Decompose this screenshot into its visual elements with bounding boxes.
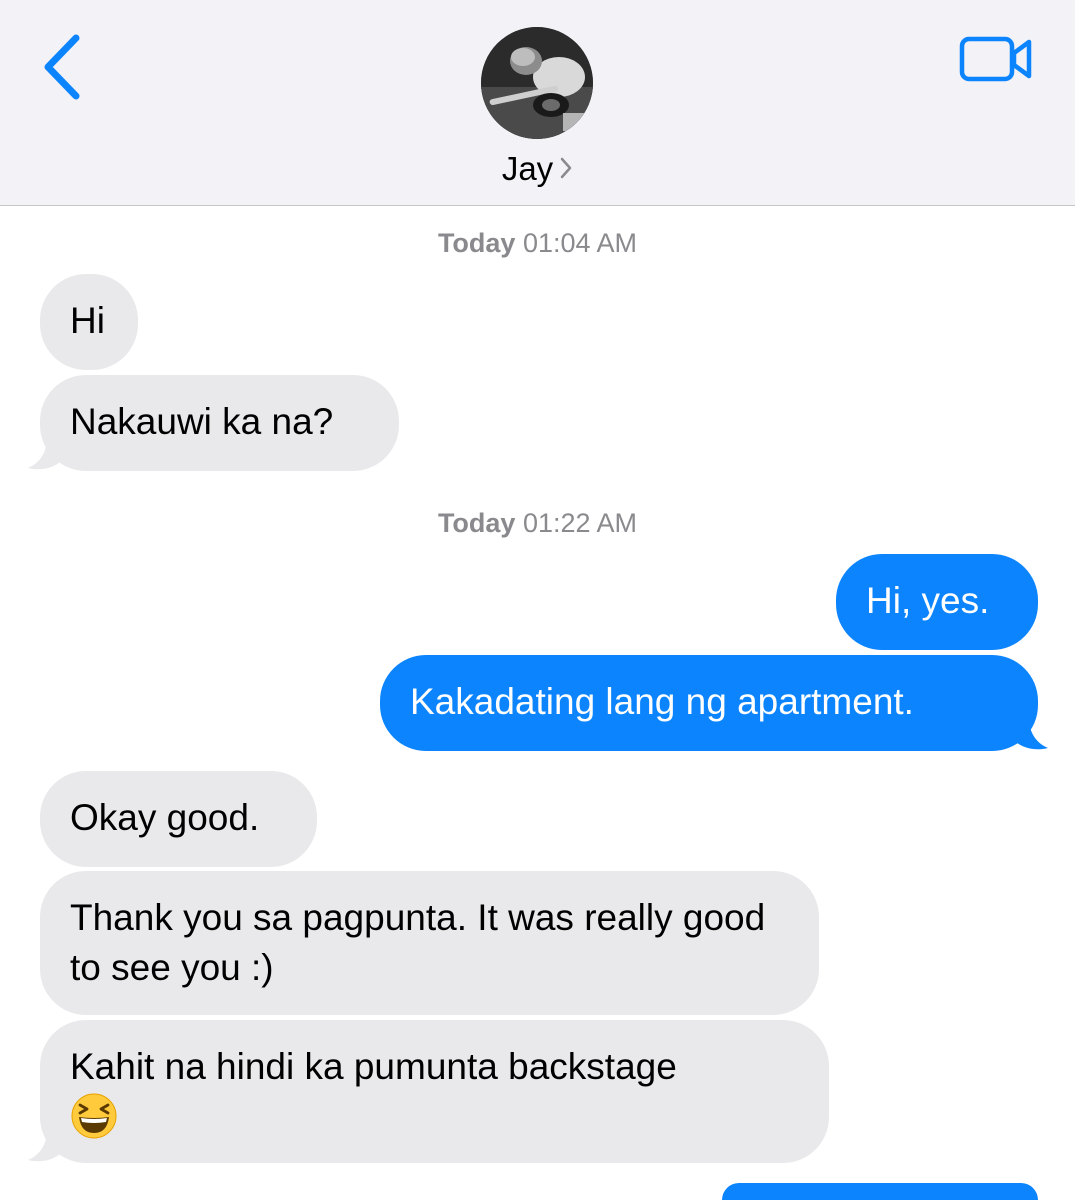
message-text: Okay good. bbox=[70, 797, 260, 838]
outgoing-message-bubble[interactable]: Kakadating lang ng apartment. bbox=[380, 655, 1038, 751]
incoming-message-bubble[interactable]: Okay good. bbox=[40, 771, 317, 867]
chevron-right-icon bbox=[560, 157, 572, 179]
timestamp-day: Today bbox=[437, 508, 516, 538]
message-text: Hi, yes. bbox=[866, 580, 990, 621]
chevron-left-icon bbox=[44, 34, 80, 100]
outgoing-message-bubble[interactable]: Hi, yes. bbox=[836, 554, 1038, 650]
message-timestamp: Today 01:04 AM bbox=[0, 228, 1075, 259]
video-camera-icon bbox=[959, 36, 1032, 82]
grinning-squinting-face-emoji bbox=[71, 1093, 117, 1139]
message-text: Kakadating lang ng apartment. bbox=[410, 681, 914, 722]
message-text: Thank you sa pagpunta. It was really goo… bbox=[70, 897, 766, 988]
incoming-message-bubble[interactable]: Nakauwi ka na? bbox=[40, 375, 399, 471]
incoming-message-bubble[interactable]: Thank you sa pagpunta. It was really goo… bbox=[40, 871, 819, 1015]
timestamp-time: 01:22 AM bbox=[522, 508, 638, 538]
facetime-video-button[interactable] bbox=[958, 34, 1034, 84]
timestamp-day: Today bbox=[437, 228, 516, 258]
contact-name-button[interactable]: Jay bbox=[0, 150, 1075, 188]
conversation-header: Jay bbox=[0, 0, 1075, 206]
message-text: Kahit na hindi ka pumunta backstage bbox=[70, 1046, 677, 1087]
incoming-message-bubble[interactable]: Kahit na hindi ka pumunta backstage bbox=[40, 1020, 829, 1163]
outgoing-message-bubble[interactable] bbox=[722, 1183, 1038, 1200]
message-text: Hi bbox=[70, 300, 105, 341]
back-button[interactable] bbox=[38, 32, 88, 102]
timestamp-time: 01:04 AM bbox=[522, 228, 638, 258]
incoming-message-bubble[interactable]: Hi bbox=[40, 274, 138, 370]
contact-name: Jay bbox=[501, 150, 554, 187]
avatar-photo bbox=[481, 27, 593, 139]
contact-avatar[interactable] bbox=[481, 27, 593, 139]
message-text: Nakauwi ka na? bbox=[70, 401, 334, 442]
message-timestamp: Today 01:22 AM bbox=[0, 508, 1075, 539]
